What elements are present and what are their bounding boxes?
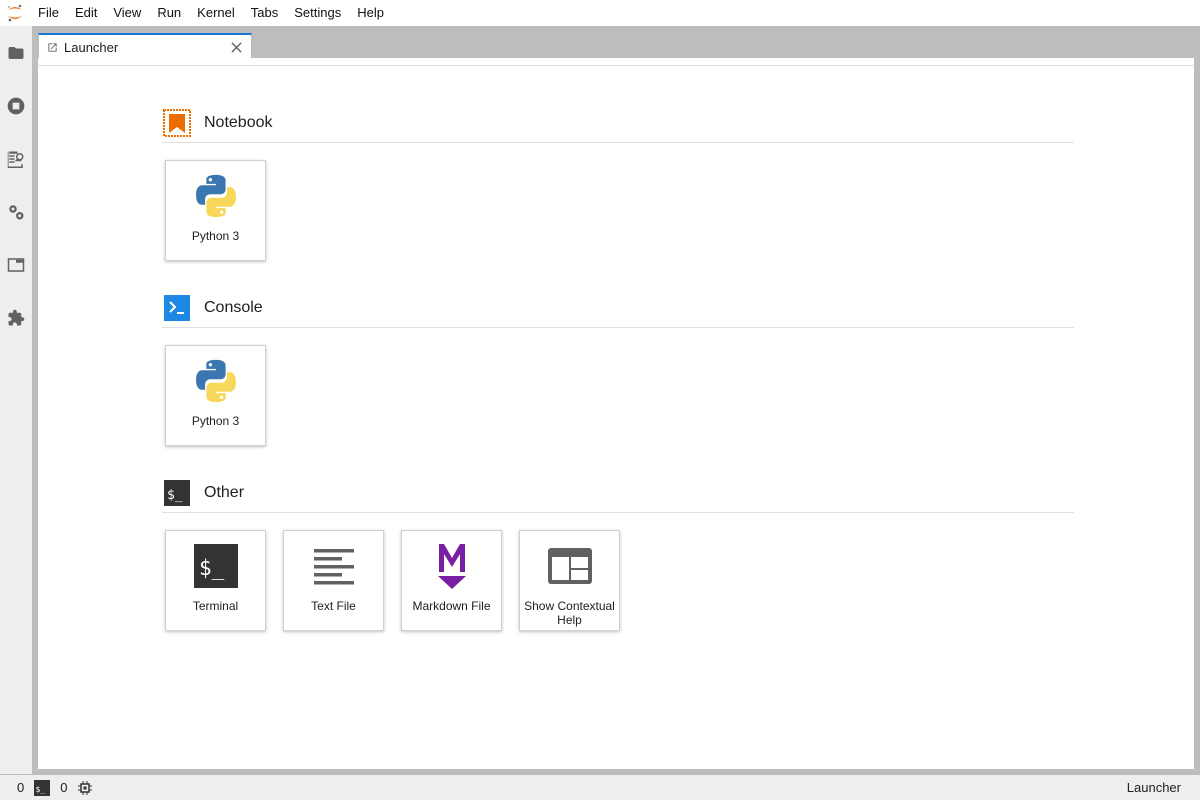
menu-view[interactable]: View xyxy=(105,0,149,26)
markdown-file-card[interactable]: Markdown File xyxy=(401,530,502,631)
settings-icon xyxy=(9,205,24,220)
property-inspector-icon xyxy=(7,151,24,168)
card-label: Text File xyxy=(311,599,356,613)
menu-tabs[interactable]: Tabs xyxy=(243,0,286,26)
section-header-console: Console xyxy=(162,288,1074,328)
svg-text:$_: $_ xyxy=(36,785,46,794)
section-header-other: $_ Other xyxy=(162,473,1074,513)
sidebar-extensions[interactable] xyxy=(0,300,32,336)
left-sidebar xyxy=(0,26,33,774)
section-header-notebook: Notebook xyxy=(162,103,1074,143)
svg-text:$_: $_ xyxy=(199,556,225,580)
running-icon xyxy=(7,97,25,115)
python-logo-icon xyxy=(192,172,240,220)
card-label: Markdown File xyxy=(412,599,491,613)
jupyter-logo-icon xyxy=(0,0,30,26)
launcher-toolbar xyxy=(38,58,1194,66)
python-logo-icon xyxy=(192,357,240,405)
terminal-card[interactable]: $_ Terminal xyxy=(165,530,266,631)
card-label: Terminal xyxy=(192,599,239,613)
markdown-icon xyxy=(428,542,476,590)
card-label: Python 3 xyxy=(191,229,240,243)
text-file-icon xyxy=(310,542,358,590)
section-title: Console xyxy=(204,298,263,316)
kernel-count[interactable]: 0 xyxy=(17,780,24,795)
close-icon[interactable] xyxy=(229,40,243,54)
status-mode-label: Launcher xyxy=(1126,780,1181,795)
menu-kernel[interactable]: Kernel xyxy=(189,0,243,26)
section-title: Notebook xyxy=(204,113,273,131)
menu-help[interactable]: Help xyxy=(349,0,392,26)
text-file-card[interactable]: Text File xyxy=(283,530,384,631)
contextual-help-card[interactable]: Show Contextual Help xyxy=(519,530,620,631)
sidebar-tabs[interactable] xyxy=(0,247,32,283)
svg-text:$_: $_ xyxy=(167,488,183,503)
terminal-icon: $_ xyxy=(192,542,240,590)
launcher-tab-icon xyxy=(47,42,59,54)
notebook-icon xyxy=(162,108,192,138)
tab-launcher[interactable]: Launcher xyxy=(38,33,252,60)
menu-file[interactable]: File xyxy=(30,0,67,26)
sidebar-property-inspector[interactable] xyxy=(0,141,32,177)
tabs-icon xyxy=(7,258,25,272)
status-bar: 0 $_ 0 Launcher xyxy=(0,774,1200,800)
card-label: Python 3 xyxy=(191,414,240,428)
cpu-icon[interactable] xyxy=(78,780,93,795)
console-python3-card[interactable]: Python 3 xyxy=(165,345,266,446)
terminal-status-icon[interactable]: $_ xyxy=(34,779,51,796)
section-title: Other xyxy=(204,483,245,501)
card-label: Show Contextual Help xyxy=(524,599,615,627)
sidebar-running[interactable] xyxy=(0,88,32,124)
terminal-count[interactable]: 0 xyxy=(60,780,67,795)
extension-icon xyxy=(8,309,25,326)
sidebar-file-browser[interactable] xyxy=(0,35,32,71)
tab-bar: Launcher xyxy=(37,28,1195,60)
tab-label: Launcher xyxy=(64,40,119,55)
folder-icon xyxy=(8,47,24,59)
console-icon xyxy=(162,293,192,323)
terminal-section-icon: $_ xyxy=(162,478,192,508)
notebook-python3-card[interactable]: Python 3 xyxy=(165,160,266,261)
menu-settings[interactable]: Settings xyxy=(286,0,349,26)
sidebar-commands[interactable] xyxy=(0,194,32,230)
contextual-help-icon xyxy=(546,542,594,590)
menu-bar: File Edit View Run Kernel Tabs Settings … xyxy=(0,0,1200,26)
menu-run[interactable]: Run xyxy=(149,0,189,26)
menu-edit[interactable]: Edit xyxy=(67,0,105,26)
